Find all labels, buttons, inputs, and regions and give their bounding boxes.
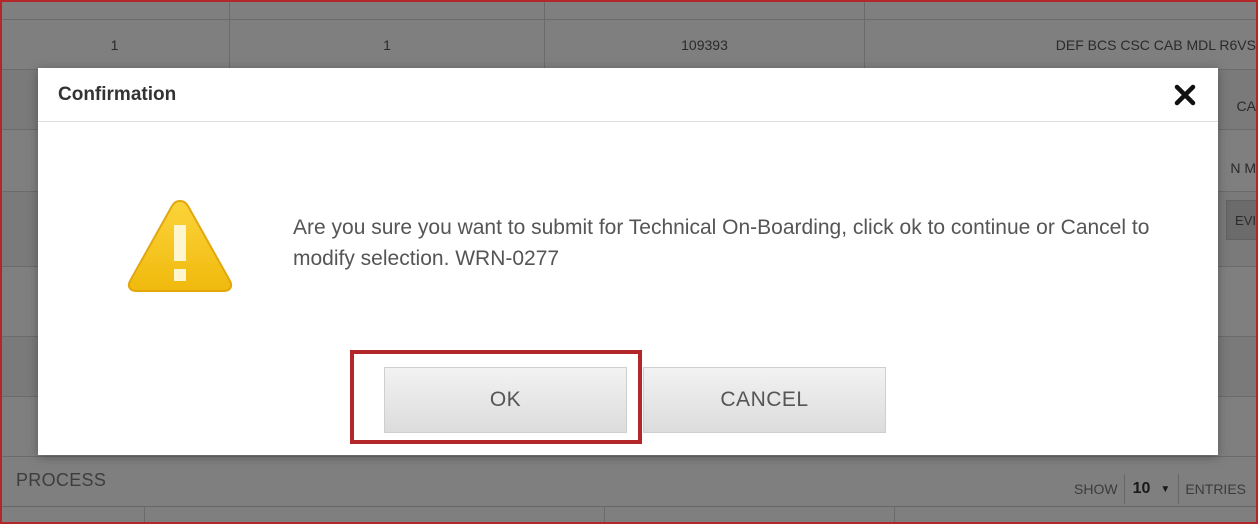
warning-triangle-icon bbox=[127, 199, 233, 292]
dialog-title: Confirmation bbox=[58, 83, 177, 105]
ok-button[interactable]: OK bbox=[384, 367, 627, 433]
close-icon[interactable] bbox=[1172, 82, 1198, 108]
dialog-body: Are you sure you want to submit for Tech… bbox=[38, 122, 1218, 455]
dialog-header: Confirmation bbox=[38, 68, 1218, 122]
cancel-button[interactable]: CANCEL bbox=[643, 367, 886, 433]
confirmation-dialog: Confirmation Are you sure you want to su… bbox=[38, 68, 1218, 455]
dialog-message: Are you sure you want to submit for Tech… bbox=[293, 216, 1150, 270]
